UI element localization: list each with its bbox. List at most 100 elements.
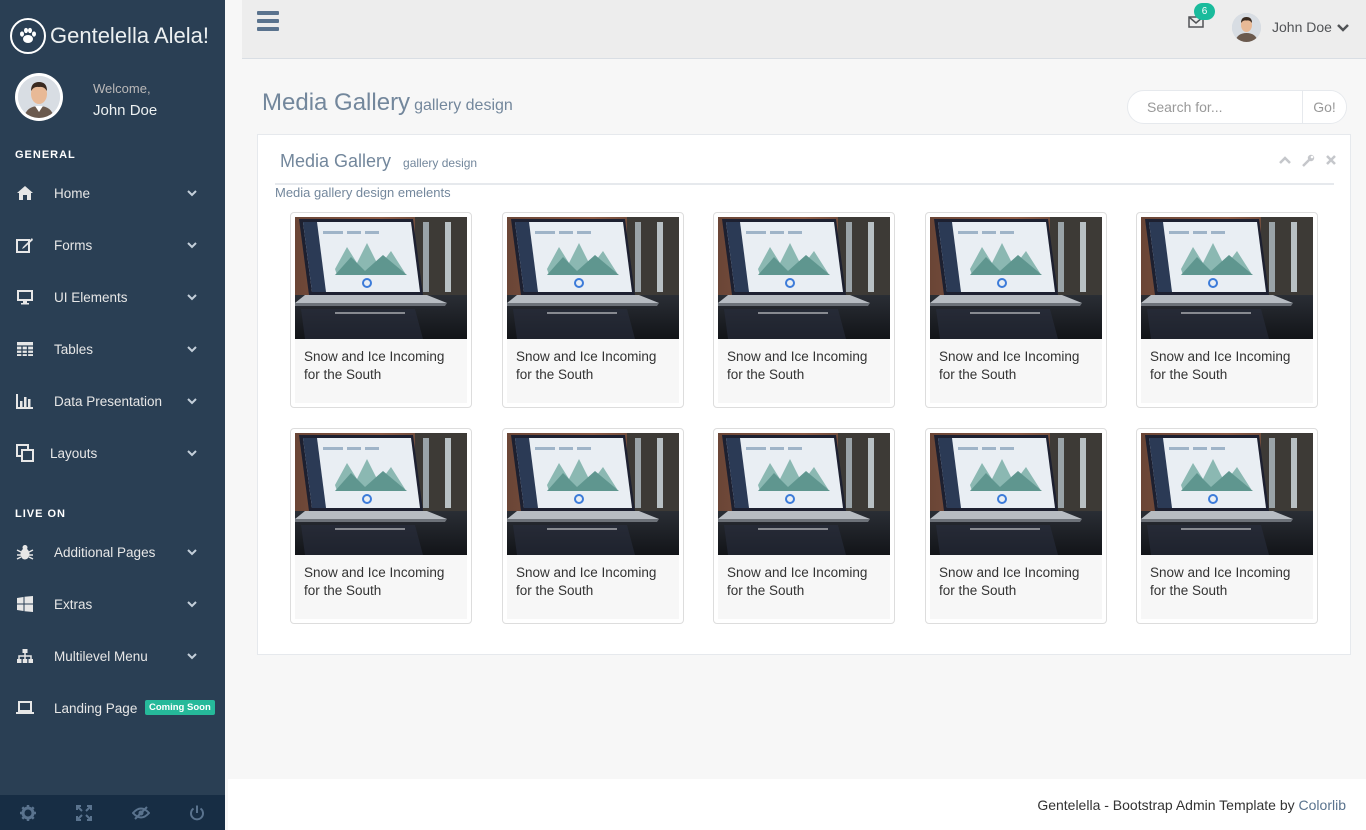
sidebar-item-label: Extras: [54, 596, 93, 612]
gallery-caption: Snow and Ice Incoming for the South: [718, 339, 890, 403]
sidebar-item-extras[interactable]: Extras: [0, 578, 225, 630]
chevron-down-icon: [185, 290, 199, 304]
search-input[interactable]: [1128, 91, 1302, 123]
search-group: Go!: [1127, 90, 1347, 124]
clone-icon: [15, 443, 35, 463]
gallery-item[interactable]: Snow and Ice Incoming for the South: [925, 212, 1107, 408]
footer: Gentelella - Bootstrap Admin Template by…: [228, 779, 1366, 830]
gallery-caption: Snow and Ice Incoming for the South: [295, 339, 467, 403]
gallery-caption: Snow and Ice Incoming for the South: [930, 339, 1102, 403]
gallery-item[interactable]: Snow and Ice Incoming for the South: [502, 212, 684, 408]
chevron-down-icon: [185, 649, 199, 663]
gallery-image: [1141, 217, 1313, 339]
gallery-caption: Snow and Ice Incoming for the South: [507, 555, 679, 619]
chevron-down-icon: [185, 238, 199, 252]
gallery-image: [507, 433, 679, 555]
close-icon[interactable]: [1324, 153, 1338, 167]
profile-welcome: Welcome,: [93, 81, 151, 96]
gallery-caption: Snow and Ice Incoming for the South: [295, 555, 467, 619]
chevron-down-icon: [185, 597, 199, 611]
mail-count-badge: 6: [1194, 3, 1215, 20]
gallery-image: [1141, 433, 1313, 555]
panel-description: Media gallery design emelents: [275, 185, 451, 200]
sidebar-item-landing-page[interactable]: Landing Page Coming Soon: [0, 682, 225, 734]
chevron-down-icon: [185, 446, 199, 460]
gallery-image: [930, 217, 1102, 339]
search-go-button[interactable]: Go!: [1302, 91, 1346, 123]
sidebar-item-label: UI Elements: [54, 289, 128, 305]
gallery-caption: Snow and Ice Incoming for the South: [1141, 555, 1313, 619]
gallery-image: [295, 433, 467, 555]
gallery-item[interactable]: Snow and Ice Incoming for the South: [1136, 428, 1318, 624]
chevron-down-icon: [185, 545, 199, 559]
sidebar-item-layouts[interactable]: Layouts: [0, 427, 225, 479]
lock-eye-icon[interactable]: [113, 795, 169, 830]
desktop-icon: [15, 287, 35, 307]
bug-icon: [15, 542, 35, 562]
power-icon[interactable]: [169, 795, 225, 830]
footer-text: Gentelella - Bootstrap Admin Template by…: [1037, 797, 1346, 813]
wrench-icon[interactable]: [1301, 153, 1315, 167]
panel-tools: [1278, 153, 1338, 167]
sidebar-item-label: Data Presentation: [54, 393, 163, 409]
gallery-image: [507, 217, 679, 339]
sidebar: Gentelella Alela! Welcome, John Doe GENE…: [0, 0, 225, 830]
gallery-item[interactable]: Snow and Ice Incoming for the South: [1136, 212, 1318, 408]
sidebar-item-ui-elements[interactable]: UI Elements: [0, 271, 225, 323]
sitemap-icon: [15, 646, 35, 666]
sidebar-item-forms[interactable]: Forms: [0, 219, 225, 271]
sidebar-item-label: Tables: [54, 341, 94, 357]
sidebar-item-tables[interactable]: Tables: [0, 323, 225, 375]
gallery-image: [930, 433, 1102, 555]
gallery-item[interactable]: Snow and Ice Incoming for the South: [713, 428, 895, 624]
sidebar-item-label: Additional Pages: [54, 544, 156, 560]
brand[interactable]: Gentelella Alela!: [10, 18, 209, 54]
profile-name: John Doe: [93, 102, 158, 119]
footer-link-colorlib[interactable]: Colorlib: [1299, 797, 1346, 813]
sidebar-item-label: Home: [54, 185, 91, 201]
menu-toggle-button[interactable]: [257, 11, 279, 35]
gallery-item[interactable]: Snow and Ice Incoming for the South: [290, 428, 472, 624]
page-subtitle: gallery design: [414, 97, 513, 114]
sidebar-item-home[interactable]: Home: [0, 167, 225, 219]
section-title-live-on: LIVE ON: [15, 508, 67, 520]
sidebar-item-label: Landing Page: [54, 700, 138, 716]
gallery-image: [295, 217, 467, 339]
settings-icon[interactable]: [0, 795, 56, 830]
brand-title: Gentelella Alela!: [50, 23, 209, 48]
sidebar-item-additional-pages[interactable]: Additional Pages: [0, 526, 225, 578]
chevron-down-icon: [185, 186, 199, 200]
sidebar-item-multilevel-menu[interactable]: Multilevel Menu: [0, 630, 225, 682]
profile: Welcome, John Doe: [15, 73, 215, 123]
gallery-caption: Snow and Ice Incoming for the South: [930, 555, 1102, 619]
edit-icon: [15, 235, 35, 255]
user-name: John Doe: [1272, 19, 1332, 35]
paw-icon: [10, 18, 46, 54]
bar-chart-icon: [15, 391, 35, 411]
sidebar-item-data-presentation[interactable]: Data Presentation: [0, 375, 225, 427]
user-menu[interactable]: John Doe: [1232, 12, 1351, 42]
panel-title-text: Media Gallery: [280, 151, 392, 171]
chevron-down-icon: [1337, 20, 1351, 34]
gallery-panel: Media Gallery gallery design Media galler…: [257, 134, 1351, 655]
gallery-item[interactable]: Snow and Ice Incoming for the South: [713, 212, 895, 408]
panel-title: Media Gallery gallery design: [280, 151, 477, 172]
sidebar-item-label: Layouts: [50, 445, 98, 461]
footer-label: Gentelella - Bootstrap Admin Template by: [1037, 797, 1295, 813]
collapse-icon[interactable]: [1278, 153, 1292, 167]
sidebar-item-label: Multilevel Menu: [54, 648, 148, 664]
fullscreen-icon[interactable]: [56, 795, 112, 830]
section-title-general: GENERAL: [15, 149, 76, 161]
sidebar-footer: [0, 795, 225, 830]
avatar: [1232, 12, 1261, 42]
panel-subtitle: gallery design: [403, 156, 478, 170]
gallery-caption: Snow and Ice Incoming for the South: [718, 555, 890, 619]
windows-icon: [15, 594, 35, 614]
home-icon: [15, 183, 35, 203]
gallery-item[interactable]: Snow and Ice Incoming for the South: [925, 428, 1107, 624]
gallery-item[interactable]: Snow and Ice Incoming for the South: [502, 428, 684, 624]
gallery-item[interactable]: Snow and Ice Incoming for the South: [290, 212, 472, 408]
page-title: Media Gallery gallery design: [262, 89, 513, 117]
sidebar-item-label: Forms: [54, 237, 93, 253]
gallery-image: [718, 433, 890, 555]
